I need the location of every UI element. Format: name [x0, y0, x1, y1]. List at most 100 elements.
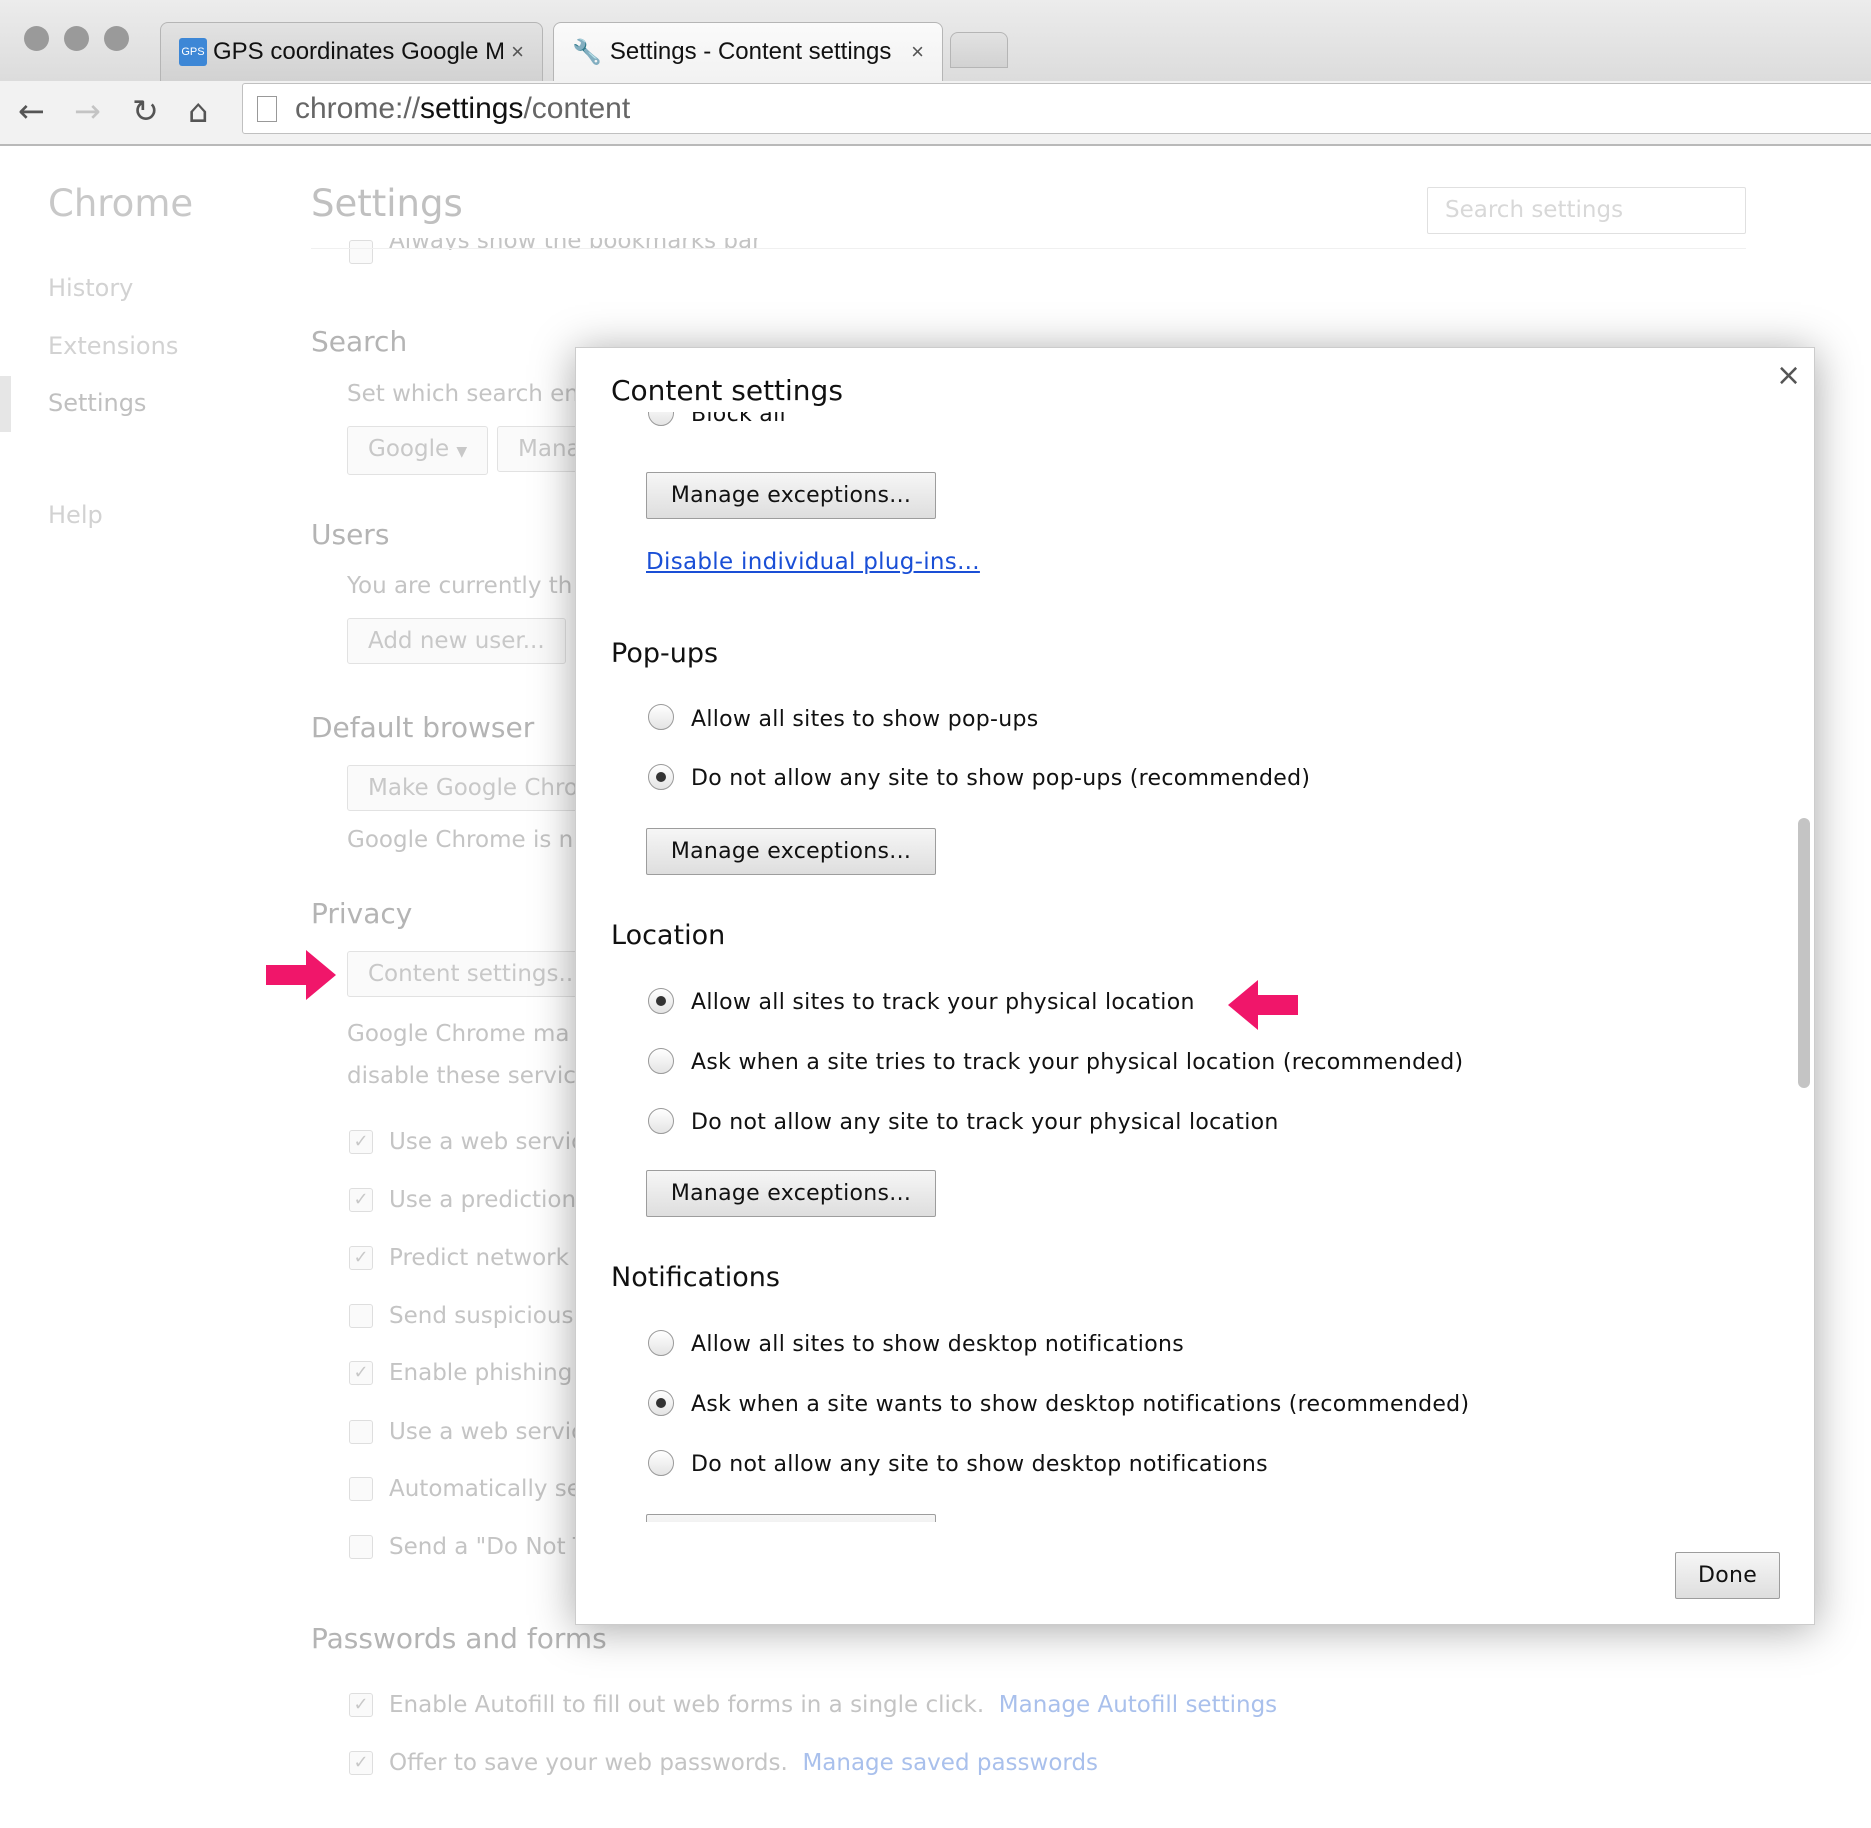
privacy-checkbox[interactable]: ✓ — [349, 1246, 373, 1270]
url-scheme: chrome:// — [295, 92, 421, 125]
radio-notifications-block[interactable] — [648, 1450, 674, 1476]
privacy-checkbox-label: Send a "Do Not T — [389, 1534, 587, 1560]
radio-label: Allow all sites to show desktop notifica… — [691, 1332, 1184, 1357]
tab-settings[interactable]: 🔧 Settings - Content settings × — [553, 22, 943, 81]
content-settings-button[interactable]: Content settings... — [347, 951, 602, 997]
privacy-description-2: disable these servic — [347, 1063, 576, 1089]
search-heading: Search — [311, 325, 408, 358]
privacy-checkbox-label: Predict network — [389, 1245, 569, 1271]
search-engine-select[interactable]: Google ▼ — [347, 426, 489, 475]
plugins-manage-exceptions-button[interactable]: Manage exceptions... — [646, 472, 936, 519]
privacy-checkbox-label: Use a web servic — [389, 1419, 584, 1445]
popups-manage-exceptions-button[interactable]: Manage exceptions... — [646, 828, 936, 875]
page-title: Settings — [311, 182, 463, 225]
content-settings-dialog: Content settings × Block all Manage exce… — [575, 347, 1815, 1625]
radio-label: Do not allow any site to show pop-ups (r… — [691, 766, 1311, 791]
privacy-checkbox[interactable] — [349, 1477, 373, 1501]
autofill-text: Enable Autofill to fill out web forms in… — [389, 1692, 985, 1718]
default-browser-heading: Default browser — [311, 711, 535, 744]
sidebar-item-extensions[interactable]: Extensions — [48, 332, 178, 360]
radio-location-block[interactable] — [648, 1108, 674, 1134]
privacy-checkbox[interactable] — [349, 1420, 373, 1444]
radio-label: Do not allow any site to show desktop no… — [691, 1452, 1268, 1477]
dialog-title: Content settings — [611, 374, 843, 407]
url-path: /content — [523, 92, 631, 125]
add-user-button[interactable]: Add new user... — [347, 618, 566, 664]
sidebar-title: Chrome — [48, 182, 194, 225]
gps-favicon-icon: GPS — [179, 38, 207, 66]
annotation-arrow-right-icon — [266, 950, 336, 1000]
autofill-label: Enable Autofill to fill out web forms in… — [389, 1690, 1277, 1720]
sidebar-selected-indicator — [0, 376, 11, 432]
privacy-checkbox[interactable]: ✓ — [349, 1130, 373, 1154]
home-icon[interactable]: ⌂ — [188, 92, 208, 130]
new-tab-button[interactable] — [950, 32, 1008, 68]
tab-title: GPS coordinates Google M — [213, 38, 503, 65]
dialog-scrollbar[interactable] — [1798, 818, 1810, 1088]
location-manage-exceptions-button[interactable]: Manage exceptions... — [646, 1170, 936, 1217]
back-icon[interactable]: ← — [18, 92, 45, 130]
done-button[interactable]: Done — [1675, 1552, 1780, 1599]
popups-heading: Pop-ups — [611, 638, 719, 669]
dialog-close-icon[interactable]: × — [1776, 358, 1801, 393]
manage-autofill-link[interactable]: Manage Autofill settings — [999, 1692, 1277, 1718]
privacy-checkbox-label: Send suspicious — [389, 1303, 574, 1329]
tab-title: Settings - Content settings — [609, 38, 892, 65]
radio-label: Do not allow any site to track your phys… — [691, 1110, 1279, 1135]
manage-passwords-link[interactable]: Manage saved passwords — [802, 1750, 1098, 1776]
sidebar-item-settings[interactable]: Settings — [48, 389, 146, 417]
sidebar-item-history[interactable]: History — [48, 274, 133, 302]
search-engine-value: Google — [368, 436, 450, 462]
radio-label: Ask when a site wants to show desktop no… — [691, 1392, 1470, 1417]
save-passwords-checkbox[interactable]: ✓ — [349, 1751, 373, 1775]
disable-plugins-link[interactable]: Disable individual plug-ins... — [646, 549, 980, 575]
dropdown-arrow-icon: ▼ — [456, 444, 468, 460]
save-passwords-text: Offer to save your web passwords. — [389, 1750, 788, 1776]
bookmarks-bar-checkbox[interactable] — [349, 240, 373, 264]
radio-notifications-allow[interactable] — [648, 1330, 674, 1356]
make-default-button[interactable]: Make Google Chro — [347, 765, 599, 811]
radio-location-allow[interactable] — [648, 988, 674, 1014]
privacy-checkbox-label: Enable phishing — [389, 1360, 573, 1386]
radio-block-all[interactable] — [648, 412, 674, 426]
privacy-checkbox-label: Use a prediction — [389, 1187, 577, 1213]
notifications-manage-exceptions-button[interactable] — [646, 1514, 936, 1522]
page-icon — [257, 96, 277, 122]
radio-location-ask[interactable] — [648, 1048, 674, 1074]
privacy-checkbox-label: Automatically se — [389, 1476, 581, 1502]
search-settings-input[interactable]: Search settings — [1427, 187, 1746, 234]
address-bar[interactable]: chrome://settings/content — [242, 83, 1871, 134]
reload-icon[interactable]: ↻ — [132, 92, 159, 130]
minimize-window-button[interactable] — [64, 26, 89, 51]
privacy-checkbox[interactable]: ✓ — [349, 1361, 373, 1385]
privacy-heading: Privacy — [311, 897, 413, 930]
radio-label: Block all — [691, 412, 786, 427]
privacy-checkbox[interactable] — [349, 1535, 373, 1559]
tab-close-icon[interactable]: × — [911, 39, 924, 65]
privacy-checkbox[interactable]: ✓ — [349, 1188, 373, 1212]
radio-label: Allow all sites to show pop-ups — [691, 707, 1039, 732]
tab-close-icon[interactable]: × — [511, 39, 524, 65]
radio-label: Ask when a site tries to track your phys… — [691, 1050, 1464, 1075]
radio-label: Allow all sites to track your physical l… — [691, 990, 1195, 1015]
radio-popups-block[interactable] — [648, 764, 674, 790]
radio-popups-allow[interactable] — [648, 704, 674, 730]
forward-icon[interactable]: → — [74, 92, 101, 130]
tab-gps[interactable]: GPS GPS coordinates Google M × — [160, 22, 543, 81]
annotation-arrow-left-icon — [1228, 980, 1298, 1030]
autofill-checkbox[interactable]: ✓ — [349, 1693, 373, 1717]
location-heading: Location — [611, 920, 726, 951]
sidebar-item-help[interactable]: Help — [48, 501, 103, 529]
save-passwords-label: Offer to save your web passwords. Manage… — [389, 1748, 1098, 1778]
passwords-heading: Passwords and forms — [311, 1622, 607, 1655]
users-heading: Users — [311, 518, 390, 551]
radio-notifications-ask[interactable] — [648, 1390, 674, 1416]
users-description: You are currently th — [347, 573, 573, 599]
search-description: Set which search en — [347, 381, 579, 407]
wrench-icon: 🔧 — [572, 38, 602, 66]
header-divider — [311, 248, 1746, 249]
privacy-checkbox[interactable] — [349, 1304, 373, 1328]
close-window-button[interactable] — [24, 26, 49, 51]
zoom-window-button[interactable] — [104, 26, 129, 51]
dialog-scroll-area: Block all Manage exceptions... Disable i… — [576, 412, 1814, 1522]
